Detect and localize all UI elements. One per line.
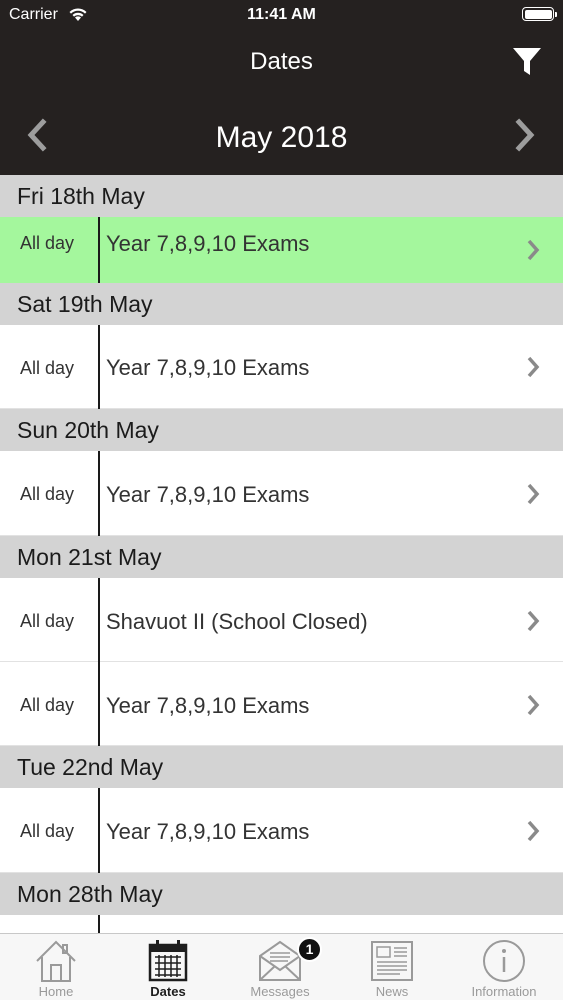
event-time: All day bbox=[20, 233, 75, 253]
tab-label: Information bbox=[471, 984, 537, 999]
chevron-right-icon bbox=[527, 694, 540, 716]
event-time: All day bbox=[20, 484, 75, 504]
filter-icon bbox=[513, 48, 541, 75]
tab-home[interactable]: Home bbox=[0, 934, 112, 1000]
event-row[interactable]: All day Year 7,8,9,10 Exams bbox=[0, 451, 563, 536]
messages-badge: 1 bbox=[297, 937, 322, 962]
section-date: Mon 21st May bbox=[17, 544, 162, 570]
event-title: Year 7,8,9,10 Exams bbox=[106, 482, 310, 507]
event-row[interactable]: All day Shavuot II (School Closed) bbox=[0, 578, 563, 662]
home-icon bbox=[36, 940, 76, 982]
tab-label: Home bbox=[38, 984, 74, 999]
chevron-right-icon bbox=[515, 118, 535, 152]
tab-dates[interactable]: Dates bbox=[112, 934, 224, 1000]
chevron-right-icon bbox=[527, 239, 540, 261]
section-header-sat-19: Sat 19th May bbox=[0, 283, 563, 325]
chevron-right-icon bbox=[527, 820, 540, 842]
chevron-right-icon bbox=[527, 356, 540, 378]
events-list[interactable]: Fri 18th May All day Year 7,8,9,10 Exams… bbox=[0, 175, 563, 933]
chevron-right-icon bbox=[527, 483, 540, 505]
month-label: May 2018 bbox=[215, 121, 348, 154]
section-header-mon-21: Mon 21st May bbox=[0, 536, 563, 578]
event-row[interactable]: All day Year 7,8,9,10 Exams bbox=[0, 325, 563, 409]
tab-information[interactable]: Information bbox=[448, 934, 560, 1000]
event-row[interactable]: All day Year 7,8,9,10 Exams bbox=[0, 788, 563, 873]
month-selector: May 2018 bbox=[0, 105, 563, 169]
event-title: Year 7,8,9,10 Exams bbox=[106, 355, 310, 380]
event-time: All day bbox=[20, 611, 75, 631]
event-title: Year 7,8,9,10 Exams bbox=[106, 231, 310, 256]
event-time: All day bbox=[20, 358, 75, 378]
section-date: Tue 22nd May bbox=[17, 754, 164, 780]
status-bar: Carrier 11:41 AM bbox=[0, 0, 563, 30]
event-time: All day bbox=[20, 695, 75, 715]
section-header-mon-28: Mon 28th May bbox=[0, 873, 563, 915]
section-date: Sat 19th May bbox=[17, 291, 153, 317]
section-date: Mon 28th May bbox=[17, 881, 163, 907]
next-month-button[interactable] bbox=[510, 117, 540, 153]
section-date: Fri 18th May bbox=[17, 183, 145, 209]
info-icon bbox=[483, 940, 525, 982]
event-title: Year 7,8,9,10 Exams bbox=[106, 819, 310, 844]
status-time: 11:41 AM bbox=[247, 6, 316, 23]
tab-label: News bbox=[375, 984, 409, 999]
event-time: All day bbox=[20, 821, 75, 841]
app-header: Carrier 11:41 AM Dates May 2018 bbox=[0, 0, 563, 175]
section-header-sun-20: Sun 20th May bbox=[0, 409, 563, 451]
event-title: Shavuot II (School Closed) bbox=[106, 609, 368, 634]
event-row[interactable]: All day Year 7,8,9,10 Exams bbox=[0, 217, 563, 283]
event-row[interactable]: All day Year 7,8,9,10 Exams bbox=[0, 662, 563, 746]
tab-label: Messages bbox=[250, 984, 310, 999]
calendar-icon bbox=[148, 940, 188, 982]
section-date: Sun 20th May bbox=[17, 417, 159, 443]
tab-label: Dates bbox=[150, 984, 186, 999]
tab-bar: Home Dates Messages News Information bbox=[0, 933, 563, 1000]
battery-icon bbox=[522, 7, 557, 21]
page-title: Dates bbox=[250, 48, 313, 75]
newspaper-icon bbox=[371, 941, 413, 981]
chevron-right-icon bbox=[527, 610, 540, 632]
section-header-fri-18: Fri 18th May bbox=[0, 175, 563, 217]
tab-news[interactable]: News bbox=[336, 934, 448, 1000]
section-header-tue-22: Tue 22nd May bbox=[0, 746, 563, 788]
filter-button[interactable] bbox=[510, 44, 544, 80]
event-title: Year 7,8,9,10 Exams bbox=[106, 693, 310, 718]
envelope-icon bbox=[259, 940, 301, 981]
